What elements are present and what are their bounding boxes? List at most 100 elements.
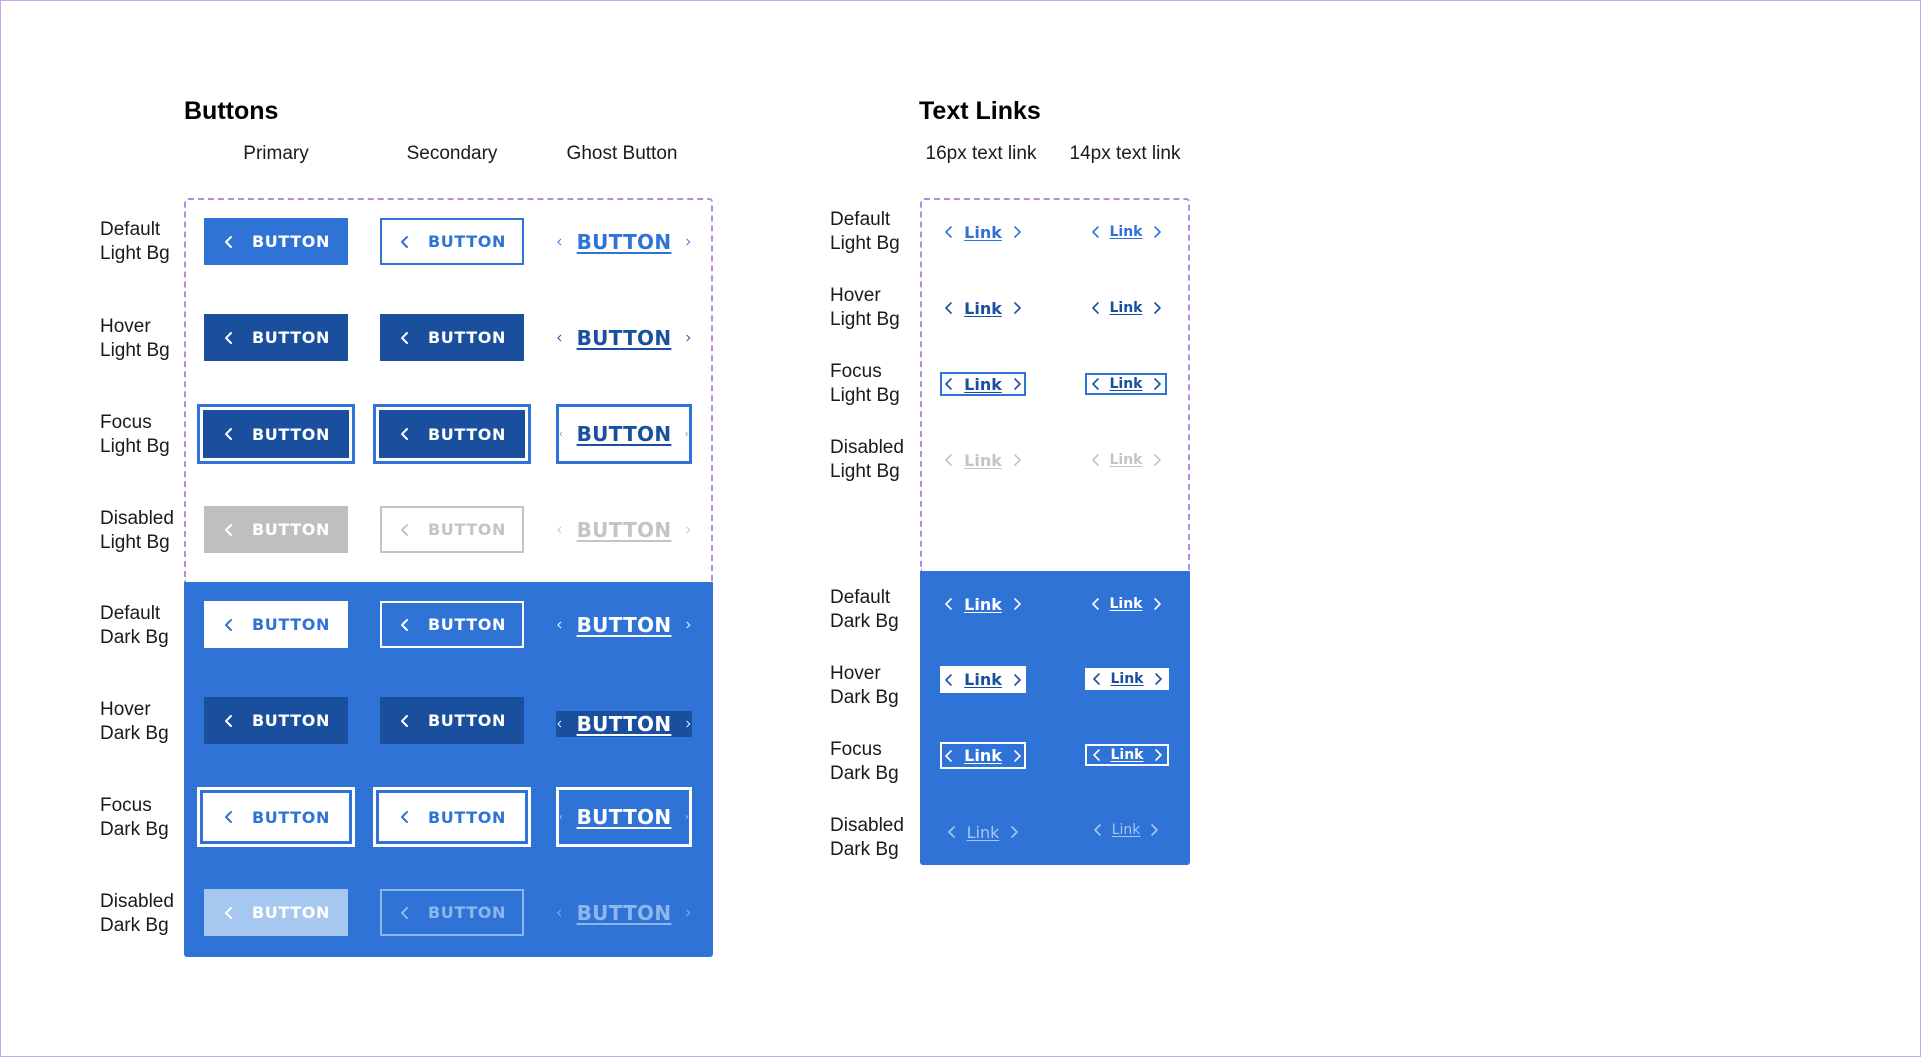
secondary-button-focus-dark[interactable]: BUTTON <box>373 787 531 847</box>
chevron-right-icon <box>1014 598 1021 610</box>
button-label: BUTTON <box>576 517 672 542</box>
text-link-14-focus-dark[interactable]: Link <box>1085 744 1169 766</box>
link-label: Link <box>1109 452 1143 468</box>
chevron-right-icon <box>1154 749 1162 761</box>
button-label: BUTTON <box>428 520 506 539</box>
primary-button-default-light[interactable]: BUTTON <box>204 218 348 265</box>
button-label: BUTTON <box>252 807 330 827</box>
chevron-left-icon <box>557 334 562 341</box>
chevron-left-icon <box>1091 598 1099 610</box>
chevron-right-icon <box>1014 673 1021 686</box>
ghost-button-focus-light[interactable]: BUTTON <box>556 404 692 464</box>
link-label: Link <box>964 298 1002 318</box>
chevron-right-icon <box>1014 302 1021 314</box>
text-link-14-focus-light[interactable]: Link <box>1085 373 1167 395</box>
chevron-left-icon <box>945 226 952 238</box>
chevron-right-icon <box>1153 598 1161 610</box>
link-label: Link <box>964 222 1002 242</box>
link-label: Link <box>964 374 1002 394</box>
button-label: BUTTON <box>576 805 672 829</box>
chevron-left-icon <box>1093 824 1101 836</box>
text-link-16-hover-dark[interactable]: Link <box>940 666 1026 693</box>
link-label: Link <box>1109 300 1143 316</box>
chevron-left-icon <box>559 815 562 819</box>
primary-button-disabled-dark: BUTTON <box>204 889 348 936</box>
primary-button-focus-light[interactable]: BUTTON <box>197 404 355 464</box>
ghost-button-hover-light[interactable]: BUTTON <box>556 314 692 361</box>
secondary-button-hover-light[interactable]: BUTTON <box>380 314 524 361</box>
text-link-16-disabled-light: Link <box>940 447 1026 473</box>
text-link-16-default-light[interactable]: Link <box>940 219 1026 245</box>
link-row-label: Disabled Light Bg <box>830 437 904 482</box>
chevron-left-icon <box>945 598 952 610</box>
link-label: Link <box>964 670 1002 689</box>
chevron-left-icon <box>1092 673 1100 685</box>
primary-button-hover-light[interactable]: BUTTON <box>204 314 348 361</box>
chevron-left-icon <box>1091 226 1099 238</box>
ghost-button-default-light[interactable]: BUTTON <box>556 218 692 265</box>
button-row-label: Default Light Bg <box>100 219 170 264</box>
chevron-right-icon <box>1154 673 1162 685</box>
ghost-button-hover-dark[interactable]: BUTTON <box>556 711 692 737</box>
secondary-button-hover-dark[interactable]: BUTTON <box>380 697 524 744</box>
text-link-16-default-dark[interactable]: Link <box>940 591 1026 617</box>
chevron-left-icon <box>401 811 408 823</box>
secondary-button-disabled-dark: BUTTON <box>380 889 524 936</box>
text-link-16-disabled-dark: Link <box>940 819 1026 845</box>
primary-button-hover-dark[interactable]: BUTTON <box>204 697 348 744</box>
chevron-left-icon <box>401 235 408 248</box>
text-link-14-disabled-light: Link <box>1085 447 1167 473</box>
secondary-button-focus-light[interactable]: BUTTON <box>373 404 531 464</box>
chevron-left-icon <box>225 331 232 344</box>
button-label: BUTTON <box>428 232 506 251</box>
chevron-left-icon <box>945 749 952 762</box>
button-label: BUTTON <box>252 903 330 922</box>
text-link-16-focus-light[interactable]: Link <box>940 372 1026 396</box>
button-label: BUTTON <box>252 711 330 730</box>
link-row-label: Focus Dark Bg <box>830 739 899 784</box>
chevron-left-icon <box>401 331 408 344</box>
text-link-14-disabled-dark: Link <box>1085 817 1167 843</box>
chevron-left-icon <box>401 906 408 919</box>
secondary-button-default-dark[interactable]: BUTTON <box>380 601 524 648</box>
link-label: Link <box>1110 671 1144 687</box>
ghost-button-default-dark[interactable]: BUTTON <box>556 601 692 648</box>
link-label: Link <box>1110 747 1144 763</box>
col-head-ghost: Ghost Button <box>566 143 678 164</box>
text-link-16-hover-light[interactable]: Link <box>940 295 1026 321</box>
button-label: BUTTON <box>576 712 672 736</box>
col-head-secondary: Secondary <box>406 143 498 164</box>
link-label: Link <box>1111 822 1141 838</box>
button-label: BUTTON <box>576 229 672 254</box>
text-link-14-hover-light[interactable]: Link <box>1085 295 1167 321</box>
chevron-right-icon <box>1151 824 1159 836</box>
primary-button-default-dark[interactable]: BUTTON <box>204 601 348 648</box>
chevron-left-icon <box>401 428 408 440</box>
ghost-button-focus-dark[interactable]: BUTTON <box>556 787 692 847</box>
button-label: BUTTON <box>252 328 330 347</box>
text-link-14-hover-dark[interactable]: Link <box>1085 668 1169 690</box>
chevron-right-icon <box>686 432 689 436</box>
button-label: BUTTON <box>576 900 672 925</box>
button-label: BUTTON <box>428 807 506 827</box>
buttons-section-title: Buttons <box>184 97 279 125</box>
chevron-right-icon <box>686 238 691 245</box>
chevron-right-icon <box>686 720 691 728</box>
chevron-right-icon <box>686 334 691 341</box>
chevron-left-icon <box>557 909 562 916</box>
chevron-left-icon <box>225 428 232 440</box>
chevron-left-icon <box>557 238 562 245</box>
text-link-14-default-light[interactable]: Link <box>1085 219 1167 245</box>
col-head-14px: 14px text link <box>1069 143 1181 164</box>
primary-button-disabled-light: BUTTON <box>204 506 348 553</box>
secondary-button-default-light[interactable]: BUTTON <box>380 218 524 265</box>
text-link-16-focus-dark[interactable]: Link <box>940 742 1026 769</box>
button-row-label: Disabled Dark Bg <box>100 891 174 936</box>
link-row-label: Default Light Bg <box>830 209 900 254</box>
chevron-right-icon <box>1014 226 1021 238</box>
text-link-14-default-dark[interactable]: Link <box>1085 591 1167 617</box>
button-row-label: Focus Light Bg <box>100 412 170 457</box>
link-label: Link <box>1109 376 1143 392</box>
primary-button-focus-dark[interactable]: BUTTON <box>197 787 355 847</box>
chevron-right-icon <box>1014 378 1021 390</box>
